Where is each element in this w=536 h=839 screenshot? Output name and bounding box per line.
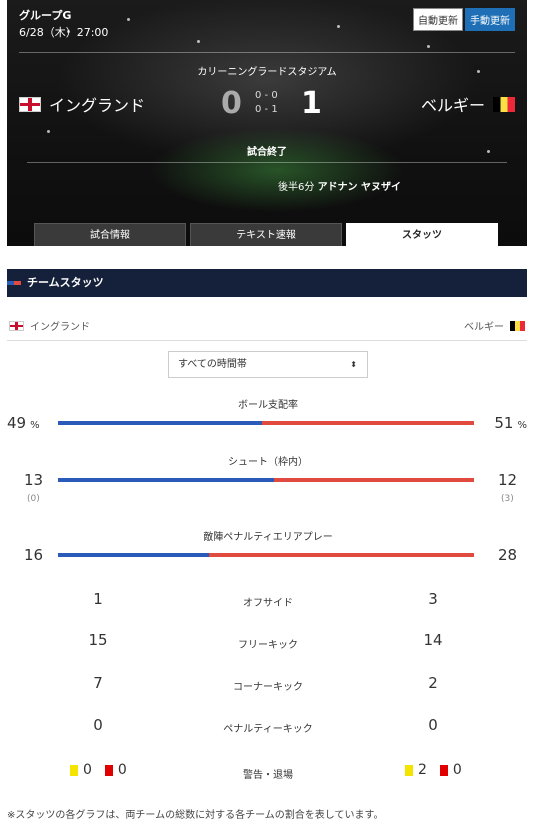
period-select[interactable]: すべての時間帯 ⬍ (168, 351, 368, 378)
manual-refresh-button[interactable]: 手動更新 (465, 8, 515, 31)
belgium-flag-icon (510, 320, 525, 331)
tab-match-info[interactable]: 試合情報 (34, 223, 186, 246)
section-title: チームスタッツ (27, 276, 104, 289)
stats-teams: イングランド ベルギー (7, 316, 527, 336)
divider (19, 52, 515, 53)
match-datetime: 6/28（木）27:00 (19, 26, 109, 39)
half-scores: 0 - 0 0 - 1 (255, 89, 278, 117)
percent-unit: % (517, 420, 527, 431)
possession-label: ボール支配率 (238, 400, 298, 411)
box-plays-home-fill (58, 553, 210, 557)
possession-home: 49% (7, 414, 40, 432)
stats-home-team: イングランド (9, 318, 90, 333)
stats-away-team: ベルギー (464, 318, 525, 333)
england-flag-icon (19, 96, 41, 112)
percent-unit: % (30, 420, 40, 431)
shots-on-target-away: (3) (501, 494, 514, 504)
box-plays-away: 28 (498, 546, 518, 564)
penalty-away: 0 (428, 716, 438, 734)
shots-on-target-home: (0) (27, 494, 40, 504)
home-team-name: イングランド (49, 96, 146, 115)
section-header: チームスタッツ (7, 269, 527, 297)
possession-away-value: 51 (494, 414, 514, 432)
possession-bar (58, 421, 474, 425)
stats-footnote: ※スタッツの各グラフは、両チームの総数に対する各チームの割合を表しています。 (7, 810, 384, 821)
divider (7, 340, 527, 341)
group-label: グループG (19, 9, 72, 22)
yellow-card-icon (405, 764, 413, 776)
section-mark-icon (7, 281, 21, 285)
box-plays-home: 16 (24, 546, 44, 564)
shots-label: シュート（枠内） (228, 457, 308, 468)
home-score: 0 (221, 86, 242, 121)
auto-refresh-button[interactable]: 自動更新 (413, 8, 463, 31)
divider (27, 162, 507, 163)
second-half-score: 0 - 1 (255, 104, 278, 115)
goal-event: 後半6分 アドナン ヤヌザイ (278, 178, 401, 193)
shots-bar (58, 478, 474, 482)
away-team-name: ベルギー (420, 96, 485, 115)
away-yellow-count: 2 (418, 762, 427, 778)
possession-home-value: 49 (7, 414, 27, 432)
possession-home-fill (58, 421, 262, 425)
updown-arrow-icon: ⬍ (350, 360, 357, 369)
refresh-controls: 自動更新 手動更新 (413, 8, 515, 31)
england-flag-icon (9, 320, 24, 331)
tab-stats[interactable]: スタッツ (346, 223, 498, 246)
shots-home: 13 (24, 471, 44, 489)
box-plays-label: 敵陣ペナルティエリアプレー (203, 532, 333, 543)
belgium-flag-icon (493, 96, 515, 112)
goal-time: 後半6分 (278, 182, 315, 193)
red-card-icon (439, 764, 448, 776)
goal-scorer: アドナン ヤヌザイ (317, 182, 402, 193)
match-status: 試合終了 (247, 147, 287, 158)
corner-away: 2 (428, 674, 438, 692)
match-header: グループG 6/28（木）27:00 自動更新 手動更新 カリーニングラードスタ… (7, 0, 527, 246)
cards-away: 2 0 (405, 762, 462, 778)
match-tabs: 試合情報 テキスト速報 スタッツ (34, 223, 498, 246)
shots-away: 12 (498, 471, 518, 489)
away-team: ベルギー (421, 92, 515, 116)
period-select-value: すべての時間帯 (178, 359, 247, 370)
stats-away-team-name: ベルギー (464, 322, 504, 333)
away-score: 1 (301, 86, 322, 121)
away-red-count: 0 (452, 762, 462, 778)
box-plays-bar (58, 553, 474, 557)
possession-away: 51% (494, 414, 527, 432)
tab-text-live[interactable]: テキスト速報 (190, 223, 342, 246)
home-team: イングランド (19, 92, 145, 116)
offside-away: 3 (428, 590, 438, 608)
first-half-score: 0 - 0 (255, 90, 278, 101)
shots-home-fill (58, 478, 275, 482)
stats-home-team-name: イングランド (30, 322, 90, 333)
freekick-away: 14 (423, 631, 443, 649)
stadium-name: カリーニングラードスタジアム (197, 67, 337, 78)
